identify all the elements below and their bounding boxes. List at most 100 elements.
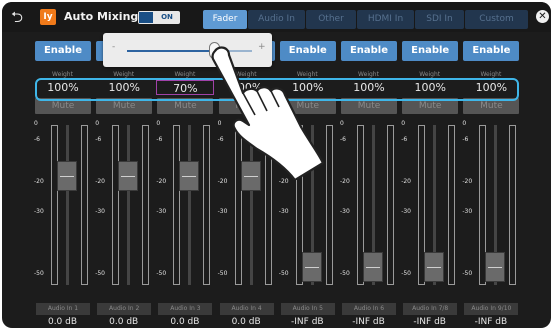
toggle-knob xyxy=(139,12,153,23)
scale-tick-label: -6 xyxy=(95,136,102,143)
scale-tick-label: -30 xyxy=(462,208,473,215)
channel-name: Audio In 1 xyxy=(36,303,90,315)
fader-knob-line xyxy=(427,267,442,269)
channel-level: -INF dB xyxy=(352,317,385,327)
page-title: Auto Mixing xyxy=(64,10,139,23)
scale-tick-label: -6 xyxy=(401,136,408,143)
fader-knob[interactable] xyxy=(179,161,200,192)
scale-tick-label: -30 xyxy=(278,208,289,215)
channel-name: Audio In 4 xyxy=(219,303,274,315)
scale-tick-label: 0 xyxy=(156,120,161,127)
app-logo: Iy xyxy=(40,9,56,25)
channel-level: 0.0 dB xyxy=(231,317,261,327)
fader-knob[interactable] xyxy=(118,161,139,192)
tab-hdmi-in[interactable]: HDMI In xyxy=(357,10,414,29)
fader-knob[interactable] xyxy=(424,252,445,283)
scale-tick-label: -30 xyxy=(340,208,350,215)
meter-right xyxy=(387,125,394,285)
weight-label: Weight xyxy=(52,71,73,78)
channel-name: Audio In 3 xyxy=(158,303,213,315)
channel-level: -INF dB xyxy=(413,317,446,327)
enable-button[interactable]: Enable xyxy=(341,41,397,61)
channel-level: 0.0 dB xyxy=(109,317,139,327)
auto-mixing-toggle[interactable]: ON xyxy=(138,11,180,24)
top-bar: ⮌ Iy Auto Mixing ON Fader Audio In Other HD… xyxy=(2,2,551,32)
meter-left xyxy=(112,125,120,285)
fader-knob[interactable] xyxy=(363,252,383,283)
fader-knob-line xyxy=(488,267,503,269)
tab-fader[interactable]: Fader xyxy=(203,10,247,29)
close-icon[interactable]: ✕ xyxy=(536,10,549,23)
weight-label: Weight xyxy=(419,71,441,78)
tab-sdi-in[interactable]: SDI In xyxy=(415,10,464,29)
scale-tick-label: -30 xyxy=(401,208,411,215)
scale-tick-label: 0 xyxy=(34,120,38,127)
channel-strip: EnableWeight100%Mute0-6-20-30-50Audio In… xyxy=(339,32,398,328)
scale-tick-label: -50 xyxy=(340,270,350,277)
tab-audio-in[interactable]: Audio In xyxy=(248,10,305,29)
fader-knob[interactable] xyxy=(485,252,506,283)
fader-knob-line xyxy=(121,176,136,178)
tab-other[interactable]: Other xyxy=(306,10,356,29)
weight-label: Weight xyxy=(480,71,502,78)
scale-tick-label: -6 xyxy=(156,136,163,143)
fader-knob-line xyxy=(304,267,319,269)
enable-button[interactable]: Enable xyxy=(402,41,459,61)
channel-level: -INF dB xyxy=(291,317,324,327)
screen: ⮌ Iy Auto Mixing ON Fader Audio In Other HD… xyxy=(0,0,553,329)
scale-tick-label: -50 xyxy=(156,270,167,277)
scale-tick-label: -20 xyxy=(156,178,167,185)
channel-strip: EnableWeight100%Mute0-6-20-30-50Audio In… xyxy=(94,32,153,328)
scale-tick-label: -30 xyxy=(217,208,228,215)
meter-left xyxy=(173,125,181,285)
enable-button[interactable]: Enable xyxy=(463,41,520,61)
channel-name: Audio In 7/8 xyxy=(403,303,458,315)
level-meter: 0 -6 -20 -30 -50 xyxy=(33,120,92,295)
tab-custom[interactable]: Custom xyxy=(465,10,528,29)
scale-tick-label: -50 xyxy=(34,270,44,277)
scale-tick-label: -50 xyxy=(401,270,411,277)
channel-strip: EnableWeight100%Mute0-6-20-30-50Audio In… xyxy=(400,32,459,328)
fader-track xyxy=(127,125,131,285)
level-meter: 0 -6 -20 -30 -50 xyxy=(400,120,459,295)
scale-tick-label: 0 xyxy=(95,120,100,127)
pointing-hand-icon xyxy=(211,46,325,180)
return-arrow-icon[interactable]: ⮌ xyxy=(8,8,26,26)
scale-tick-label: -50 xyxy=(278,270,289,277)
scale-tick-label: 0 xyxy=(401,120,406,127)
scale-tick-label: -20 xyxy=(34,178,44,185)
fader-knob[interactable] xyxy=(301,252,322,283)
channel-strip: EnableWeight100%Mute0-6-20-30-50Audio In… xyxy=(461,32,520,328)
scale-tick-label: -20 xyxy=(401,178,411,185)
scale-tick-label: -50 xyxy=(462,270,473,277)
fader-knob[interactable] xyxy=(57,161,77,192)
scale-tick-label: -30 xyxy=(156,208,167,215)
channel-level: -INF dB xyxy=(474,317,508,327)
channel-strip: EnableWeight100%Mute0-6-20-30-50Audio In… xyxy=(33,32,92,328)
channel-name: Audio In 9/10 xyxy=(464,303,519,315)
fader-track xyxy=(188,125,192,285)
weight-label: Weight xyxy=(358,71,379,78)
slider-minus-label: - xyxy=(112,42,116,52)
fader-track xyxy=(66,125,69,285)
meter-right xyxy=(142,125,150,285)
meter-left xyxy=(51,125,58,285)
scale-tick-label: -30 xyxy=(34,208,44,215)
level-meter: 0 -6 -20 -30 -50 xyxy=(94,120,153,295)
scale-tick-label: -20 xyxy=(95,178,105,185)
scale-tick-label: 0 xyxy=(340,120,344,127)
scale-tick-label: -20 xyxy=(462,178,473,185)
scale-tick-label: -30 xyxy=(95,208,105,215)
toggle-label: ON xyxy=(161,13,173,21)
scale-tick-label: -6 xyxy=(34,136,40,143)
meter-right xyxy=(509,125,517,285)
scale-tick-label: -20 xyxy=(340,178,350,185)
meter-right xyxy=(448,125,456,285)
level-meter: 0 -6 -20 -30 -50 xyxy=(461,120,520,295)
channel-level: 0.0 dB xyxy=(170,317,200,327)
slider-fill xyxy=(127,50,215,52)
fader-knob-line xyxy=(366,267,380,269)
level-meter: 0 -6 -20 -30 -50 xyxy=(339,120,398,295)
enable-button[interactable]: Enable xyxy=(35,41,91,61)
weight-label: Weight xyxy=(113,71,135,78)
